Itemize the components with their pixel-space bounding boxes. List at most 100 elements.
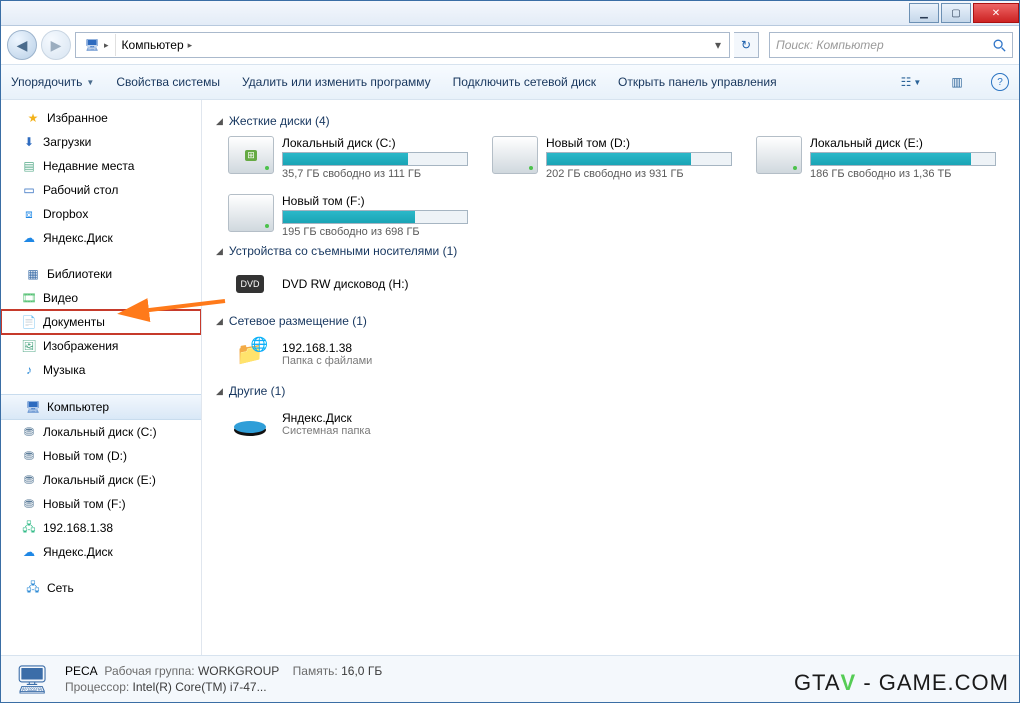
toolbar: Упорядочить▼ Свойства системы Удалить ил…	[1, 65, 1019, 100]
computer-group: 🖥Компьютер ⛃Локальный диск (C:) ⛃Новый т…	[1, 394, 201, 564]
netfolder-icon: 📁🌐	[228, 336, 272, 372]
recent-icon: ▤	[21, 158, 37, 174]
network-icon: 🖧	[25, 580, 41, 596]
libraries-header[interactable]: ▦Библиотеки	[1, 262, 201, 286]
minimize-button[interactable]: ▁	[909, 3, 939, 23]
search-input[interactable]: Поиск: Компьютер	[769, 32, 1013, 58]
drive-f[interactable]: Новый том (F:) 195 ГБ свободно из 698 ГБ	[228, 194, 468, 238]
sidebar-item-c[interactable]: ⛃Локальный диск (C:)	[1, 420, 201, 444]
drive-name: Локальный диск (E:)	[810, 136, 996, 150]
download-icon: ⬇	[21, 134, 37, 150]
sidebar-item-music[interactable]: ♪Музыка	[1, 358, 201, 382]
back-button[interactable]: ◀	[7, 30, 37, 60]
drive-name: Новый том (F:)	[282, 194, 468, 208]
favorites-header[interactable]: ★Избранное	[1, 106, 201, 130]
drive-stat: 186 ГБ свободно из 1,36 ТБ	[810, 168, 996, 180]
sidebar-item-recent[interactable]: ▤Недавние места	[1, 154, 201, 178]
computer-icon: 🖥	[84, 37, 100, 53]
sidebar-item-yandex2[interactable]: ☁Яндекс.Диск	[1, 540, 201, 564]
titlebar: ▁ ▢ ✕	[1, 1, 1019, 26]
main-pane: ◢Жесткие диски (4) ⊞ Локальный диск (C:)…	[202, 100, 1019, 655]
uninstall-button[interactable]: Удалить или изменить программу	[242, 75, 431, 89]
dropbox-icon: ⧈	[21, 206, 37, 222]
dvd-drive[interactable]: DVD DVD RW дисковод (H:)	[228, 266, 1005, 302]
cpu-label: Процессор:	[65, 680, 129, 694]
netloc-name: 192.168.1.38	[282, 341, 372, 355]
sidebar-item-video[interactable]: 🎞Видео	[1, 286, 201, 310]
drive-icon: ⛃	[21, 496, 37, 512]
sidebar-item-images[interactable]: 🖼Изображения	[1, 334, 201, 358]
window: ▁ ▢ ✕ ◀ ▶ 🖥▸ Компьютер ▸ ▾ ↻ Поиск: Комп…	[0, 0, 1020, 703]
sidebar-item-downloads[interactable]: ⬇Загрузки	[1, 130, 201, 154]
drive-name: Новый том (D:)	[546, 136, 732, 150]
control-panel-button[interactable]: Открыть панель управления	[618, 75, 777, 89]
nav-row: ◀ ▶ 🖥▸ Компьютер ▸ ▾ ↻ Поиск: Компьютер	[1, 26, 1019, 65]
mem-label: Память:	[293, 664, 338, 678]
address-segment-0[interactable]: Компьютер ▸	[115, 34, 199, 56]
network-group: 🖧Сеть	[1, 576, 201, 600]
address-segment-label: Компьютер	[122, 38, 184, 52]
drive-icon: ⊞	[228, 136, 274, 174]
other-yandex[interactable]: Яндекс.ДискСистемная папка	[228, 406, 1005, 442]
sidebar-item-e[interactable]: ⛃Локальный диск (E:)	[1, 468, 201, 492]
sidebar-item-desktop[interactable]: ▭Рабочий стол	[1, 178, 201, 202]
other-sub: Системная папка	[282, 425, 371, 437]
system-props-button[interactable]: Свойства системы	[116, 75, 220, 89]
sidebar-item-f[interactable]: ⛃Новый том (F:)	[1, 492, 201, 516]
sidebar-item-yandex[interactable]: ☁Яндекс.Диск	[1, 226, 201, 250]
sidebar: ★Избранное ⬇Загрузки ▤Недавние места ▭Ра…	[1, 100, 202, 655]
hdd-list: ⊞ Локальный диск (C:) 35,7 ГБ свободно из…	[228, 136, 1005, 238]
organize-button[interactable]: Упорядочить▼	[11, 75, 94, 89]
video-icon: 🎞	[21, 290, 37, 306]
music-icon: ♪	[21, 362, 37, 378]
help-icon[interactable]: ?	[991, 73, 1009, 91]
category-netloc[interactable]: ◢Сетевое размещение (1)	[216, 314, 1005, 328]
other-name: Яндекс.Диск	[282, 411, 371, 425]
drive-icon	[756, 136, 802, 174]
search-placeholder: Поиск: Компьютер	[776, 38, 884, 52]
drive-icon	[228, 194, 274, 232]
map-drive-button[interactable]: Подключить сетевой диск	[453, 75, 596, 89]
maximize-button[interactable]: ▢	[941, 3, 971, 23]
refresh-button[interactable]: ↻	[734, 32, 759, 58]
address-drop-icon[interactable]: ▾	[709, 38, 727, 52]
net-location[interactable]: 📁🌐 192.168.1.38Папка с файлами	[228, 336, 1005, 372]
desktop-icon: ▭	[21, 182, 37, 198]
drive-icon	[492, 136, 538, 174]
status-icon: 🖥	[13, 663, 51, 695]
image-icon: 🖼	[21, 338, 37, 354]
network-header[interactable]: 🖧Сеть	[1, 576, 201, 600]
drive-d[interactable]: Новый том (D:) 202 ГБ свободно из 931 ГБ	[492, 136, 732, 180]
watermark: GTAV - GAME.COM	[794, 670, 1009, 696]
address-bar[interactable]: 🖥▸ Компьютер ▸ ▾	[75, 32, 730, 58]
sidebar-item-dropbox[interactable]: ⧈Dropbox	[1, 202, 201, 226]
close-button[interactable]: ✕	[973, 3, 1019, 23]
drive-stat: 195 ГБ свободно из 698 ГБ	[282, 226, 468, 238]
drive-name: Локальный диск (C:)	[282, 136, 468, 150]
mem: 16,0 ГБ	[341, 664, 382, 678]
sidebar-item-d[interactable]: ⛃Новый том (D:)	[1, 444, 201, 468]
category-other[interactable]: ◢Другие (1)	[216, 384, 1005, 398]
sidebar-item-net[interactable]: 🖧192.168.1.38	[1, 516, 201, 540]
drive-bar	[282, 210, 468, 224]
yandex-disk-icon	[228, 406, 272, 442]
sidebar-item-documents[interactable]: 📄Документы	[1, 310, 201, 334]
netdrive-icon: 🖧	[21, 520, 37, 536]
computer-icon: 🖥	[25, 399, 41, 415]
cpu: Intel(R) Core(TM) i7-47...	[133, 680, 267, 694]
computer-header[interactable]: 🖥Компьютер	[1, 394, 201, 420]
preview-pane-icon[interactable]: ▥	[945, 70, 969, 94]
drive-bar	[282, 152, 468, 166]
drive-c[interactable]: ⊞ Локальный диск (C:) 35,7 ГБ свободно из…	[228, 136, 468, 180]
document-icon: 📄	[21, 314, 37, 330]
drive-stat: 35,7 ГБ свободно из 111 ГБ	[282, 168, 468, 180]
drive-stat: 202 ГБ свободно из 931 ГБ	[546, 168, 732, 180]
address-root[interactable]: 🖥▸	[78, 34, 115, 56]
category-removable[interactable]: ◢Устройства со съемными носителями (1)	[216, 244, 1005, 258]
drive-icon: ⛃	[21, 472, 37, 488]
drive-e[interactable]: Локальный диск (E:) 186 ГБ свободно из 1,…	[756, 136, 996, 180]
forward-button[interactable]: ▶	[41, 30, 71, 60]
category-hdd[interactable]: ◢Жесткие диски (4)	[216, 114, 1005, 128]
search-icon	[992, 38, 1006, 52]
view-menu-icon[interactable]: ☷▼	[899, 70, 923, 94]
